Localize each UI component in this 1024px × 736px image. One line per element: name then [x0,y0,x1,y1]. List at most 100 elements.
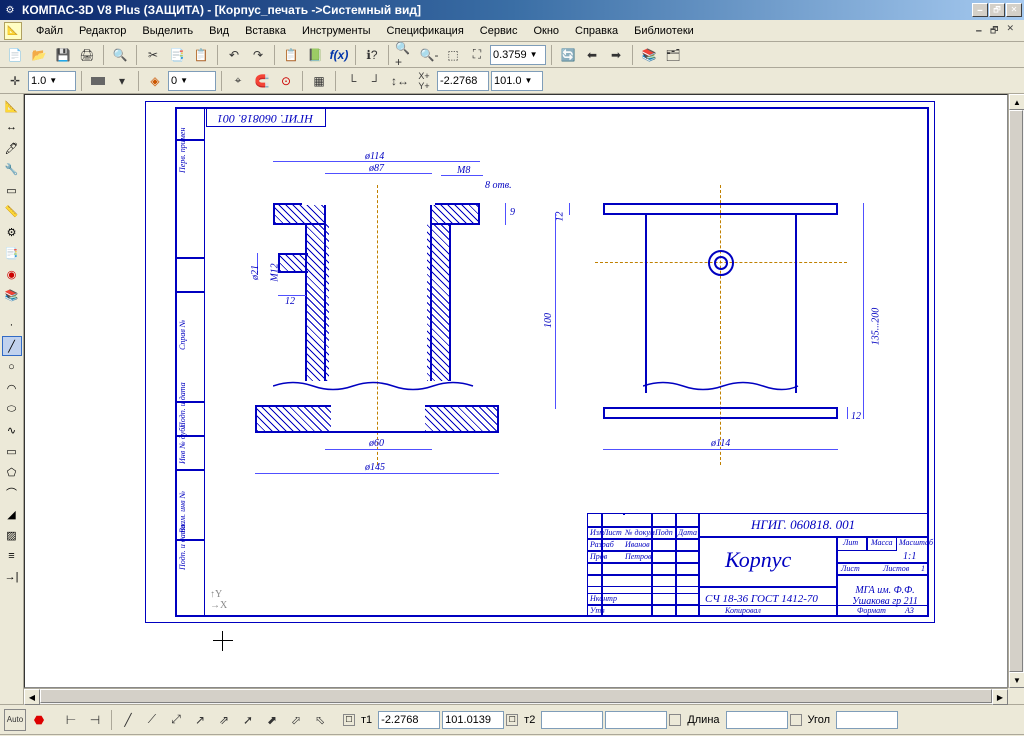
style-line3[interactable]: ⤢ [165,709,187,731]
style-line5[interactable]: ⇗ [213,709,235,731]
stop-button[interactable]: ⬣ [28,709,50,731]
assoc-panel-icon[interactable]: ◉ [2,264,22,284]
polygon-tool[interactable]: ⬠ [2,462,22,482]
geometry-panel-icon[interactable]: 📐 [2,96,22,116]
cut-button[interactable]: ✂ [142,44,164,66]
ortho-l-button[interactable]: └ [341,70,363,92]
layer-combo[interactable]: 0▼ [168,71,216,91]
next-view-button[interactable]: ➡ [605,44,627,66]
len-input[interactable] [726,711,788,729]
linetype-preview[interactable] [87,70,109,92]
lib-panel-icon[interactable]: 📚 [2,285,22,305]
menu-view[interactable]: Вид [201,22,237,40]
mdi-minimize[interactable]: 🗕 [976,23,982,39]
paste-button[interactable]: 📋 [190,44,212,66]
save-button[interactable]: 💾 [52,44,74,66]
preview-button[interactable]: 🔍 [109,44,131,66]
manager-button[interactable]: 📗 [304,44,326,66]
scroll-right-button[interactable]: ▶ [992,689,1008,705]
copy-button[interactable]: 📑 [166,44,188,66]
zoom-fit-button[interactable]: ⛶ [466,44,488,66]
scroll-left-button[interactable]: ◀ [24,689,40,705]
mdi-close[interactable]: ✕ [1006,23,1014,39]
style-line1[interactable]: ╱ [117,709,139,731]
mdi-restore[interactable]: 🗗 [990,23,998,39]
menu-icon[interactable]: 📐 [4,22,22,40]
restore-button[interactable]: 🗗 [989,3,1005,17]
len-checkbox[interactable] [669,714,681,726]
ortho-j-button[interactable]: ┘ [365,70,387,92]
measure-panel-icon[interactable]: 📏 [2,201,22,221]
t1-checkbox[interactable]: ☐ [343,714,355,726]
scroll-down-button[interactable]: ▼ [1009,672,1024,688]
point-tool[interactable]: · [2,315,22,335]
rect-tool[interactable]: ▭ [2,441,22,461]
fillet-tool[interactable]: ⌒ [2,483,22,503]
snap-crosshair-button[interactable]: ✛ [4,70,26,92]
menu-help[interactable]: Справка [567,22,626,40]
snap-mid-button[interactable]: 🧲 [251,70,273,92]
refresh-button[interactable]: 🔄 [557,44,579,66]
edit-panel-icon[interactable]: 🔧 [2,159,22,179]
menu-tools[interactable]: Инструменты [294,22,379,40]
new-button[interactable]: 📄 [4,44,26,66]
style-line4[interactable]: ↗ [189,709,211,731]
linetype-dropdown[interactable]: ▾ [111,70,133,92]
params-panel-icon[interactable]: ⚙ [2,222,22,242]
style-line6[interactable]: ➚ [237,709,259,731]
menu-service[interactable]: Сервис [472,22,526,40]
undo-button[interactable]: ↶ [223,44,245,66]
style-line7[interactable]: ⬈ [261,709,283,731]
scrollbar-horizontal[interactable]: ◀ ▶ [24,688,1008,704]
offset-tool[interactable]: ≡ [2,546,22,566]
t2-checkbox[interactable]: ☐ [506,714,518,726]
dims-panel-icon[interactable]: ↔ [2,117,22,137]
coord-x[interactable]: -2.2768 [437,71,489,91]
drawing-canvas[interactable]: Перв. примен Справ № Подп. и дата Инв № … [24,94,1008,688]
style-line9[interactable]: ⬁ [309,709,331,731]
menu-window[interactable]: Окно [525,22,567,40]
menu-insert[interactable]: Вставка [237,22,294,40]
spline-tool[interactable]: ∿ [2,420,22,440]
prev-view-button[interactable]: ⬅ [581,44,603,66]
close-button[interactable]: ✕ [1006,3,1022,17]
menu-libraries[interactable]: Библиотеки [626,22,702,40]
auto-button[interactable]: Auto [4,709,26,731]
print-button[interactable]: 🖨 [76,44,98,66]
t1-y-input[interactable] [442,711,504,729]
open-button[interactable]: 📂 [28,44,50,66]
extend-tool[interactable]: →| [2,567,22,587]
properties-button[interactable]: 📋 [280,44,302,66]
coord-y[interactable]: 101.0▼ [491,71,543,91]
menu-file[interactable]: Файл [28,22,71,40]
snap-center-button[interactable]: ⊙ [275,70,297,92]
help-cursor-button[interactable]: ℹ? [361,44,383,66]
spec-panel-icon[interactable]: 📑 [2,243,22,263]
zoom-in-button[interactable]: 🔍+ [394,44,416,66]
chamfer-tool[interactable]: ◢ [2,504,22,524]
t1-x-input[interactable] [378,711,440,729]
t2-y-input[interactable] [605,711,667,729]
menu-spec[interactable]: Спецификация [379,22,472,40]
coord-button[interactable]: ↕↔ [389,70,411,92]
circle-tool[interactable]: ○ [2,357,22,377]
endpoint-mode-b[interactable]: ⊣ [84,709,106,731]
ellipse-tool[interactable]: ⬭ [2,399,22,419]
angle-input[interactable] [836,711,898,729]
snap-end-button[interactable]: ⌖ [227,70,249,92]
layers-button[interactable]: 📚 [638,44,660,66]
zoom-out-button[interactable]: 🔍- [418,44,440,66]
line-tool[interactable]: ╱ [2,336,22,356]
t2-x-input[interactable] [541,711,603,729]
menu-select[interactable]: Выделить [134,22,201,40]
select-panel-icon[interactable]: ▭ [2,180,22,200]
labels-panel-icon[interactable]: 🖊 [2,138,22,158]
views-button[interactable]: 🗂 [662,44,684,66]
angle-checkbox[interactable] [790,714,802,726]
scroll-up-button[interactable]: ▲ [1009,94,1024,110]
endpoint-mode-a[interactable]: ⊢ [60,709,82,731]
zoom-combo[interactable]: 0.3759▼ [490,45,546,65]
fx-button[interactable]: f(x) [328,44,350,66]
style-line2[interactable]: ⟋ [141,709,163,731]
redo-button[interactable]: ↷ [247,44,269,66]
